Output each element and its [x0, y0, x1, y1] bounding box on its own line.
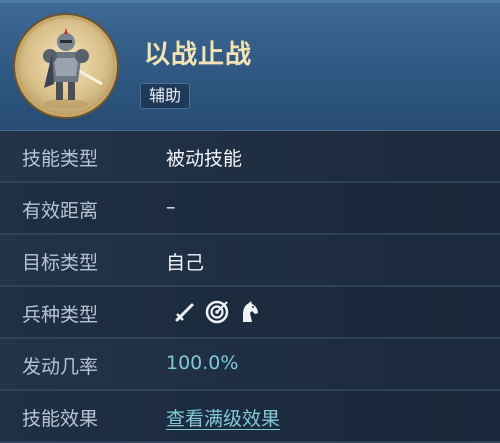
- row-label: 技能类型: [22, 148, 99, 170]
- skill-header: 以战止战 辅助: [0, 0, 500, 131]
- row-trigger-rate: 发动几率 100.0%: [0, 339, 500, 391]
- armored-warrior-portrait-icon: [18, 18, 114, 114]
- row-troop-type: 兵种类型: [0, 287, 500, 339]
- skill-attributes: 技能类型 被动技能 有效距离 – 目标类型 自己 兵种类型 发动几率 100.0…: [0, 131, 500, 443]
- skill-tag-badge: 辅助: [140, 83, 191, 109]
- row-value: 自己: [166, 252, 205, 274]
- sword-icon: [172, 299, 198, 325]
- horse-icon: [236, 299, 262, 325]
- troop-type-icons: [172, 299, 262, 325]
- row-target-type: 目标类型 自己: [0, 235, 500, 287]
- skill-name: 以战止战: [144, 40, 253, 70]
- row-value: 被动技能: [166, 148, 243, 170]
- row-label: 目标类型: [22, 252, 99, 274]
- row-label: 有效距离: [22, 200, 99, 222]
- view-max-level-effect-link[interactable]: 查看满级效果: [166, 404, 280, 431]
- trigger-rate-value: 100.0%: [166, 352, 239, 374]
- row-effective-range: 有效距离 –: [0, 183, 500, 235]
- row-label: 发动几率: [22, 356, 99, 378]
- row-value: –: [166, 196, 176, 218]
- row-label: 兵种类型: [22, 304, 99, 326]
- skill-detail-card: 以战止战 辅助 技能类型 被动技能 有效距离 – 目标类型 自己 兵种类型 发动…: [0, 0, 500, 443]
- row-skill-effect: 技能效果 查看满级效果: [0, 391, 500, 443]
- row-label: 技能效果: [22, 408, 99, 430]
- target-icon: [204, 299, 230, 325]
- row-skill-type: 技能类型 被动技能: [0, 131, 500, 183]
